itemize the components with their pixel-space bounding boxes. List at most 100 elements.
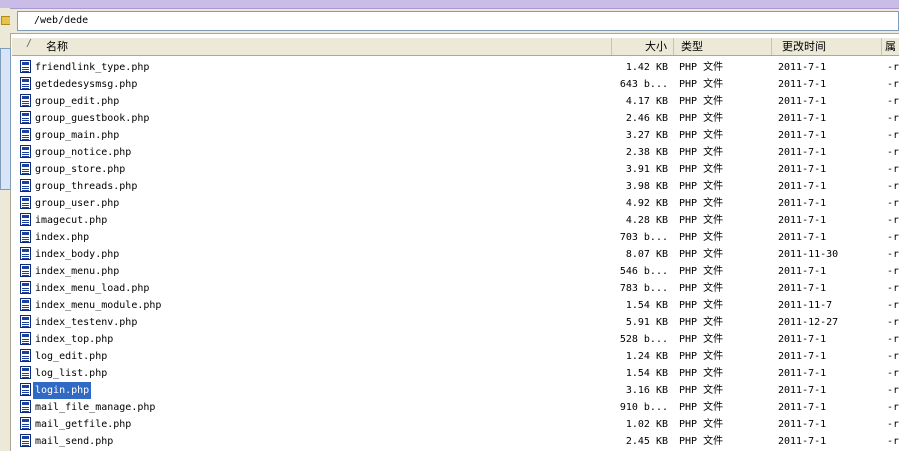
column-date[interactable]: 更改时间: [772, 38, 882, 55]
file-type: PHP 文件: [679, 130, 724, 141]
file-size: 1.54 KB: [625, 368, 668, 379]
php-file-icon: [20, 230, 31, 243]
table-row[interactable]: group_threads.php 3.98 KB PHP 文件 2011-7-1 -r: [12, 178, 899, 195]
file-date: 2011-7-1: [778, 419, 827, 430]
column-type[interactable]: 类型: [674, 38, 772, 55]
file-date: 2011-7-1: [778, 351, 827, 362]
column-attr[interactable]: 属: [882, 38, 899, 55]
table-row[interactable]: group_store.php 3.91 KB PHP 文件 2011-7-1 -r: [12, 161, 899, 178]
file-name: group_edit.php: [35, 96, 120, 107]
file-name: login.php: [33, 382, 92, 399]
php-file-icon: [20, 145, 31, 158]
table-row[interactable]: login.php 3.16 KB PHP 文件 2011-7-1 -r: [12, 382, 899, 399]
file-date: 2011-7-1: [778, 283, 827, 294]
file-size: 2.45 KB: [625, 436, 668, 447]
php-file-icon: [20, 128, 31, 141]
file-type: PHP 文件: [679, 215, 724, 226]
file-attr: -r: [887, 419, 899, 430]
file-attr: -r: [887, 113, 899, 124]
file-name: index_testenv.php: [35, 317, 138, 328]
file-name: mail_getfile.php: [35, 419, 132, 430]
file-size: 2.46 KB: [625, 113, 668, 124]
table-row[interactable]: getdedesysmsg.php 643 b... PHP 文件 2011-7-1 -…: [12, 76, 899, 93]
php-file-icon: [20, 434, 31, 447]
file-size: 3.16 KB: [625, 385, 668, 396]
file-name: imagecut.php: [35, 215, 108, 226]
file-attr: -r: [887, 249, 899, 260]
table-row[interactable]: group_guestbook.php 2.46 KB PHP 文件 2011-7-1…: [12, 110, 899, 127]
file-attr: -r: [887, 300, 899, 311]
file-attr: -r: [887, 266, 899, 277]
file-date: 2011-7-1: [778, 436, 827, 447]
php-file-icon: [20, 77, 31, 90]
php-file-icon: [20, 111, 31, 124]
file-size: 1.02 KB: [625, 419, 668, 430]
php-file-icon: [20, 247, 31, 260]
file-name: index.php: [35, 232, 90, 243]
file-type: PHP 文件: [679, 96, 724, 107]
php-file-icon: [20, 417, 31, 430]
file-size: 1.42 KB: [625, 62, 668, 73]
file-name: index_menu_module.php: [35, 300, 162, 311]
file-attr: -r: [887, 96, 899, 107]
title-strip: [0, 0, 899, 9]
file-attr: -r: [887, 62, 899, 73]
file-date: 2011-7-1: [778, 113, 827, 124]
file-size: 643 b...: [619, 79, 668, 90]
file-size: 3.91 KB: [625, 164, 668, 175]
left-scrollbar[interactable]: [0, 48, 11, 190]
file-date: 2011-7-1: [778, 96, 827, 107]
table-row[interactable]: group_user.php 4.92 KB PHP 文件 2011-7-1 -r: [12, 195, 899, 212]
file-type: PHP 文件: [679, 317, 724, 328]
file-size: 4.17 KB: [625, 96, 668, 107]
table-row[interactable]: mail_getfile.php 1.02 KB PHP 文件 2011-7-1 -r: [12, 416, 899, 433]
table-row[interactable]: group_main.php 3.27 KB PHP 文件 2011-7-1 -r: [12, 127, 899, 144]
file-date: 2011-7-1: [778, 79, 827, 90]
file-attr: -r: [887, 232, 899, 243]
php-file-icon: [20, 349, 31, 362]
file-type: PHP 文件: [679, 351, 724, 362]
file-date: 2011-7-1: [778, 62, 827, 73]
table-row[interactable]: index_body.php 8.07 KB PHP 文件 2011-11-30 -r: [12, 246, 899, 263]
file-date: 2011-7-1: [778, 385, 827, 396]
table-row[interactable]: index_top.php 528 b... PHP 文件 2011-7-1 -r: [12, 331, 899, 348]
file-size: 5.91 KB: [625, 317, 668, 328]
file-name: group_store.php: [35, 164, 126, 175]
table-row[interactable]: log_list.php 1.54 KB PHP 文件 2011-7-1 -r: [12, 365, 899, 382]
column-name[interactable]: 名称: [12, 38, 612, 55]
table-row[interactable]: mail_send.php 2.45 KB PHP 文件 2011-7-1 -r: [12, 433, 899, 450]
path-input[interactable]: /web/dede: [17, 11, 899, 31]
table-row[interactable]: index.php 703 b... PHP 文件 2011-7-1 -r: [12, 229, 899, 246]
table-row[interactable]: group_notice.php 2.38 KB PHP 文件 2011-7-1 -r: [12, 144, 899, 161]
file-name: mail_send.php: [35, 436, 114, 447]
file-name: index_menu.php: [35, 266, 120, 277]
file-name: group_user.php: [35, 198, 120, 209]
table-row[interactable]: friendlink_type.php 1.42 KB PHP 文件 2011-7-1…: [12, 59, 899, 76]
file-type: PHP 文件: [679, 436, 724, 447]
table-row[interactable]: mail_file_manage.php 910 b... PHP 文件 2011-7…: [12, 399, 899, 416]
php-file-icon: [20, 315, 31, 328]
table-row[interactable]: group_edit.php 4.17 KB PHP 文件 2011-7-1 -r: [12, 93, 899, 110]
file-attr: -r: [887, 402, 899, 413]
table-row[interactable]: index_menu_load.php 783 b... PHP 文件 2011-7-…: [12, 280, 899, 297]
file-date: 2011-7-1: [778, 334, 827, 345]
table-row[interactable]: imagecut.php 4.28 KB PHP 文件 2011-7-1 -r: [12, 212, 899, 229]
table-row[interactable]: index_testenv.php 5.91 KB PHP 文件 2011-12-27…: [12, 314, 899, 331]
php-file-icon: [20, 179, 31, 192]
file-date: 2011-7-1: [778, 164, 827, 175]
php-file-icon: [20, 281, 31, 294]
file-type: PHP 文件: [679, 266, 724, 277]
table-row[interactable]: log_edit.php 1.24 KB PHP 文件 2011-7-1 -r: [12, 348, 899, 365]
file-name: log_list.php: [35, 368, 108, 379]
php-file-icon: [20, 94, 31, 107]
table-row[interactable]: index_menu_module.php 1.54 KB PHP 文件 2011-1…: [12, 297, 899, 314]
file-type: PHP 文件: [679, 249, 724, 260]
column-size[interactable]: 大小: [612, 38, 674, 55]
file-attr: -r: [887, 283, 899, 294]
table-row[interactable]: index_menu.php 546 b... PHP 文件 2011-7-1 -r: [12, 263, 899, 280]
file-name: group_threads.php: [35, 181, 138, 192]
file-date: 2011-7-1: [778, 198, 827, 209]
left-pane: [0, 8, 11, 451]
file-size: 528 b...: [619, 334, 668, 345]
file-type: PHP 文件: [679, 79, 724, 90]
